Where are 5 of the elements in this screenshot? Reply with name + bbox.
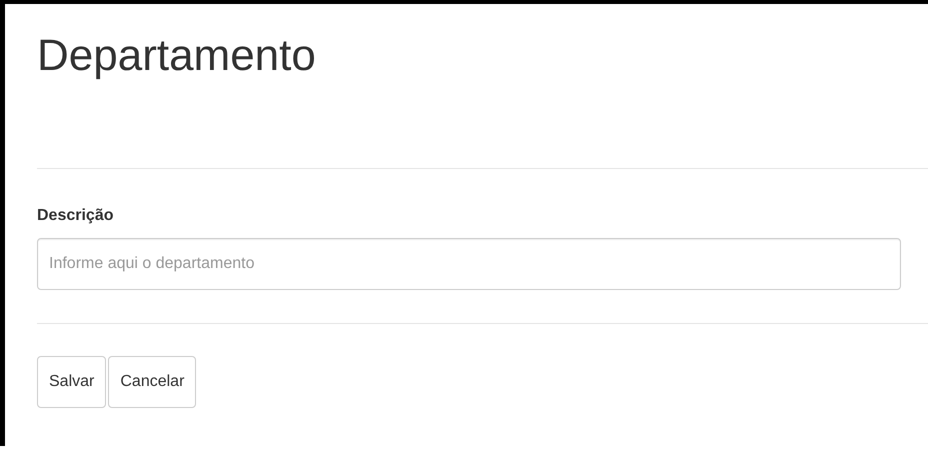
field-label: Descrição [37, 207, 114, 225]
cancel-button[interactable]: Cancelar [108, 356, 196, 408]
save-button[interactable]: Salvar [37, 356, 106, 408]
input-field[interactable]: Informe aqui o departamento [37, 238, 901, 290]
page-title: Departamento [37, 30, 316, 82]
